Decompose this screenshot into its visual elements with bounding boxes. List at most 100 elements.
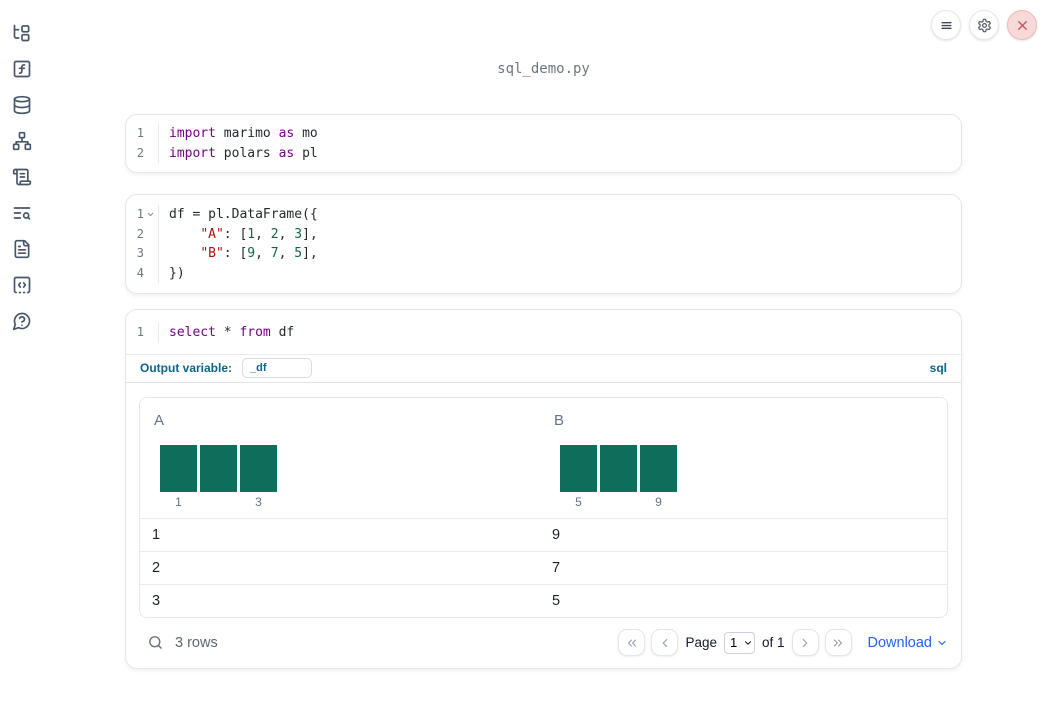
table-body: 192735 [140,517,947,617]
line-number: 1 [126,124,159,144]
sidebar-item-data-sources[interactable] [12,95,32,115]
helper-sidebar [0,0,44,331]
line-number: 4 [126,263,159,283]
sidebar-item-variables[interactable] [12,59,32,79]
sidebar-item-scratchpad[interactable] [12,239,32,259]
table-header: A 13 B 59 [140,398,947,518]
column-header-a[interactable]: A 13 [140,398,540,518]
code-editor[interactable]: 1 df = pl.DataFrame({2 "A": [1, 2, 3], 3 "… [126,195,961,293]
column-label: B [554,411,565,429]
line-number: 2 [126,143,159,163]
table-cell: 7 [552,559,561,576]
next-page-button[interactable] [791,629,819,656]
column-summary-chart: 13 [154,444,540,509]
code-line[interactable]: 2 import polars as pl [126,143,961,163]
axis-tick-label: 1 [175,494,182,509]
sidebar-item-snippets[interactable] [12,275,32,295]
column-summary-chart: 59 [554,444,947,509]
text-search-icon [12,203,32,223]
hamburger-icon [939,18,954,33]
table-cell: 3 [152,592,161,609]
axis-tick-label: 5 [575,494,582,509]
cell-imports[interactable]: 1 import marimo as mo 2 import polars as pl [125,114,962,173]
cell-output: A 13 B 59 192735 3 rows Page 1 of 1 Down… [126,383,961,668]
fold-icon[interactable] [144,209,156,221]
table-row[interactable]: 19 [140,517,947,551]
first-page-button[interactable] [618,629,646,656]
histogram-bar [600,444,637,492]
column-label: A [154,411,165,429]
table-cell: 1 [152,526,161,543]
histogram-bar [640,444,677,492]
code-line[interactable]: 4}) [126,263,961,283]
language-badge: sql [929,361,947,375]
sidebar-item-documentation-search[interactable] [12,203,32,223]
download-label: Download [867,634,933,651]
code-square-icon [12,275,32,295]
code-line[interactable]: 1 import marimo as mo [126,124,961,144]
file-tree-icon [12,23,32,43]
table-row[interactable]: 27 [140,550,947,584]
sidebar-item-logs[interactable] [12,167,32,187]
shutdown-button[interactable] [1007,10,1037,40]
histogram-bar [200,444,237,492]
cell-dataframe[interactable]: 1 df = pl.DataFrame({2 "A": [1, 2, 3], 3 "… [125,194,962,294]
code-line[interactable]: 2 "A": [1, 2, 3], [126,224,961,244]
notebook: sql_demo.py 1 import marimo as mo 2 import … [125,0,962,669]
chevron-right-icon [798,636,812,650]
page-select[interactable]: 1 [723,631,755,654]
chevrons-left-icon [625,636,639,650]
output-variable-label: Output variable: [140,361,233,375]
table-row[interactable]: 35 [140,583,947,617]
help-bubble-icon [12,311,32,331]
line-number: 2 [126,224,159,244]
cell-sql[interactable]: 1select * from df Output variable: sql A… [125,309,962,669]
table-cell: 9 [552,526,561,543]
sidebar-item-file-explorer[interactable] [12,23,32,43]
last-page-button[interactable] [824,629,852,656]
axis-tick-label: 9 [655,494,662,509]
chevron-left-icon [658,636,672,650]
page-label: Page [685,635,717,650]
scroll-text-icon [12,167,32,187]
notebook-actions [931,10,1037,40]
table-cell: 2 [152,559,161,576]
download-button[interactable]: Download [868,635,949,651]
histogram [160,444,540,492]
output-variable-input[interactable] [242,358,313,378]
row-count: 3 rows [175,634,218,651]
line-number: 3 [126,244,159,264]
axis-tick-label: 3 [255,494,262,509]
chevron-down-icon [936,637,948,649]
histogram-bar [560,444,597,492]
page-select-wrap: 1 [723,631,755,654]
page-total-label: of 1 [761,635,785,650]
database-icon [12,95,32,115]
code-line[interactable]: 1 df = pl.DataFrame({ [126,205,961,225]
settings-button[interactable] [969,10,999,40]
menu-button[interactable] [931,10,961,40]
dataframe-table: A 13 B 59 192735 [139,396,948,618]
x-icon [1015,18,1030,33]
column-header-b[interactable]: B 59 [540,398,947,518]
file-text-icon [12,239,32,259]
gear-icon [977,18,992,33]
histogram-axis: 59 [560,495,677,509]
function-square-icon [12,59,32,79]
code-editor[interactable]: 1 import marimo as mo 2 import polars as pl [126,115,961,172]
histogram-bar [240,444,277,492]
table-footer: 3 rows Page 1 of 1 Download [139,618,948,668]
line-number: 1 [126,205,159,225]
code-line[interactable]: 1 select * from df [126,323,961,343]
line-number: 1 [126,323,159,343]
search-icon[interactable] [147,634,164,651]
code-line[interactable]: 3 "B": [9, 7, 5], [126,244,961,264]
table-cell: 5 [552,592,561,609]
sidebar-item-help[interactable] [12,311,32,331]
histogram-axis: 13 [160,495,277,509]
histogram-bar [160,444,197,492]
sidebar-item-dependency-graph[interactable] [12,131,32,151]
previous-page-button[interactable] [651,629,679,656]
code-editor[interactable]: 1 select * from df [126,310,961,354]
network-icon [12,131,32,151]
